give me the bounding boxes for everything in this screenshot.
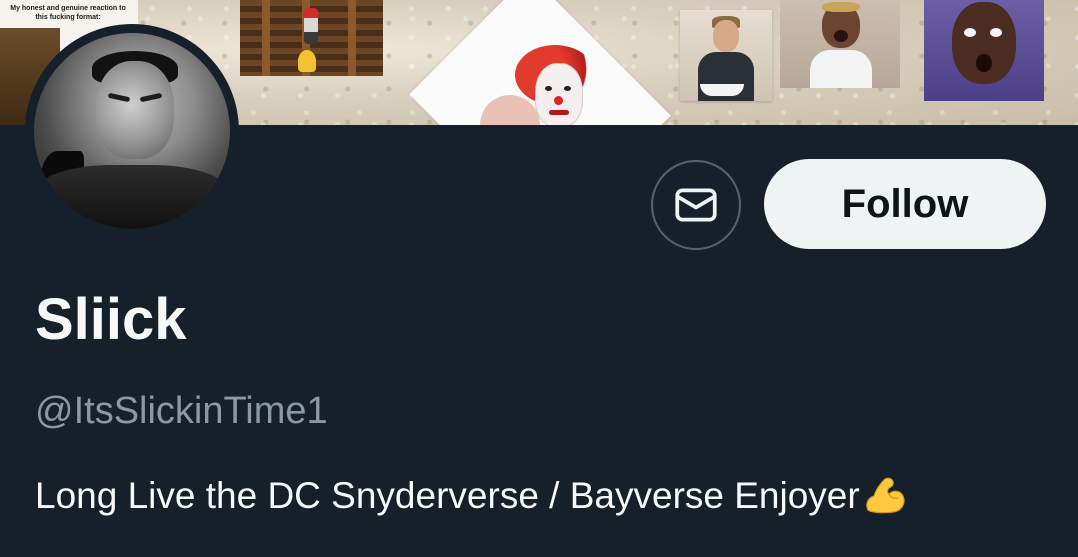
meme-head <box>952 2 1016 84</box>
user-handle: @ItsSlickinTime1 <box>35 390 328 432</box>
meme-eye-left <box>964 28 976 37</box>
meme-headband <box>822 2 860 12</box>
profile-bio: Long Live the DC Snyderverse / Bayverse … <box>35 473 906 519</box>
banner-meme-subway-game <box>240 0 383 76</box>
message-button[interactable] <box>651 160 741 250</box>
banner-meme-bunny <box>298 50 316 72</box>
meme-bowl <box>700 84 744 96</box>
follow-button[interactable]: Follow <box>764 159 1046 249</box>
avatar[interactable] <box>34 33 230 229</box>
clown-skin <box>535 63 583 125</box>
avatar-face <box>96 61 174 159</box>
meme-head <box>713 20 739 52</box>
clown-eye-right <box>564 86 571 91</box>
envelope-icon <box>675 188 717 222</box>
banner-meme-man-eating-cereal <box>680 10 772 101</box>
meme-body <box>810 50 872 88</box>
banner-meme-surprised-man <box>924 0 1044 101</box>
profile-page: My honest and genuine reaction to this f… <box>0 0 1078 557</box>
clown-nose <box>554 96 563 105</box>
clown-mouth <box>549 110 569 115</box>
profile-bio-text: Long Live the DC Snyderverse / Bayverse … <box>35 475 860 516</box>
banner-meme-clown-face <box>515 45 595 125</box>
display-name: Sliick <box>35 287 187 352</box>
banner-meme-runner <box>304 8 318 44</box>
meme-mouth <box>834 30 848 42</box>
banner-meme-shocked-woman <box>780 0 900 88</box>
banner-meme-caption: My honest and genuine reaction to this f… <box>10 5 126 21</box>
meme-eye-right <box>990 28 1002 37</box>
clown-eye-left <box>545 86 552 91</box>
flexed-biceps-emoji <box>865 477 905 514</box>
meme-mouth <box>976 54 992 72</box>
avatar-suit <box>34 165 230 229</box>
